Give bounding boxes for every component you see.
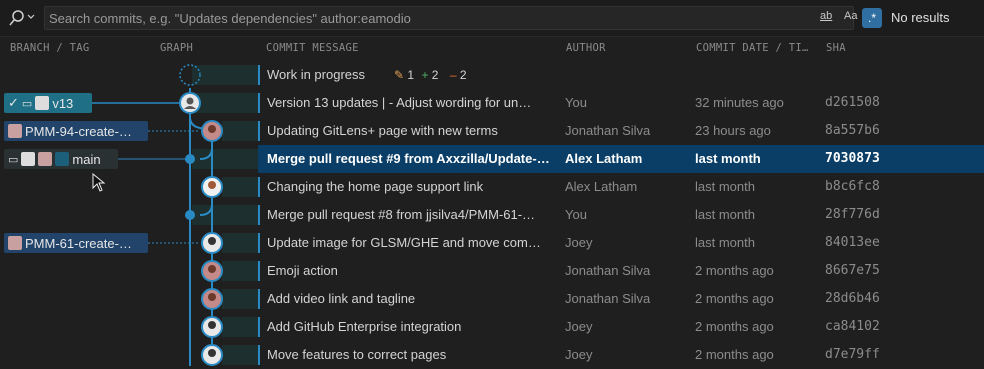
wip-added-count: 2 [431, 68, 439, 82]
commit-author: You [565, 207, 587, 222]
commit-graph [92, 64, 223, 366]
commit-node-avatar[interactable] [201, 232, 223, 254]
commit-sha: b8c6fc8 [825, 179, 880, 194]
chevron-down-icon [27, 14, 35, 19]
merge-node[interactable] [185, 210, 195, 220]
commit-date: 23 hours ago [695, 123, 771, 138]
commit-sha: 8a557b6 [825, 123, 880, 138]
mouse-cursor-icon [92, 173, 106, 192]
commit-author: Jonathan Silva [565, 291, 651, 306]
commit-date: 2 months ago [695, 319, 774, 334]
merge-connector [199, 203, 213, 216]
column-header-graph[interactable]: GRAPH [160, 42, 193, 54]
commit-author: Alex Latham [565, 179, 638, 194]
commit-sha: ca84102 [825, 319, 880, 334]
column-header-sha[interactable]: SHA [826, 42, 846, 54]
search-results-status: No results [891, 10, 950, 25]
commit-node-avatar[interactable] [179, 92, 201, 114]
commit-author: Joey [565, 319, 593, 334]
commit-sha: d261508 [825, 95, 880, 110]
commit-message: Version 13 updates | - Adjust wording fo… [267, 95, 532, 110]
search-bar: Search commits, e.g. "Updates dependenci… [0, 0, 984, 37]
commit-node-avatar[interactable] [201, 120, 223, 142]
column-header-date[interactable]: COMMIT DATE / TI… [696, 42, 814, 54]
commit-message: Add GitHub Enterprise integration [267, 319, 462, 334]
column-headers: BRANCH / TAG GRAPH COMMIT MESSAGE AUTHOR… [0, 36, 984, 60]
commit-date: 2 months ago [695, 347, 774, 362]
commit-message: Move features to correct pages [267, 347, 447, 362]
commit-sha: d7e79ff [825, 347, 880, 362]
match-case-toggle[interactable]: Aa [844, 10, 857, 22]
column-header-branch-tag[interactable]: BRANCH / TAG [10, 42, 89, 54]
commit-sha: 28f776d [825, 207, 880, 222]
commit-node-avatar[interactable] [201, 288, 223, 310]
plus-icon: + [421, 68, 429, 82]
commit-message: Merge pull request #8 from jjsilva4/PMM-… [267, 207, 536, 222]
column-header-author[interactable]: AUTHOR [566, 42, 606, 54]
selected-row-highlight: Merge pull request #9 from Axxzilla/Upda… [258, 145, 984, 173]
commit-author: Jonathan Silva [565, 263, 651, 278]
minus-icon: – [449, 68, 457, 82]
commit-date: 32 minutes ago [695, 95, 784, 110]
wip-stats: ✎ 1 + 2 – 2 [394, 61, 467, 89]
search-icon [9, 10, 35, 26]
search-mode-dropdown[interactable] [8, 8, 44, 28]
regex-toggle[interactable]: .* [862, 8, 882, 28]
commit-date: 2 months ago [695, 263, 774, 278]
commit-author: Alex Latham [565, 151, 643, 166]
commit-date: 2 months ago [695, 291, 774, 306]
commit-date: last month [695, 151, 761, 166]
commit-date: last month [695, 207, 755, 222]
commit-node-avatar[interactable] [201, 176, 223, 198]
commit-message: Update image for GLSM/GHE and move com… [267, 235, 541, 250]
commit-author: Joey [565, 347, 593, 362]
commit-message: Updating GitLens+ page with new terms [267, 123, 498, 138]
commit-sha: 28d6b46 [825, 291, 880, 306]
commit-message: Add video link and tagline [267, 291, 416, 306]
commit-sha: 84013ee [825, 235, 880, 250]
commit-author: Jonathan Silva [565, 123, 651, 138]
merge-connector [199, 147, 213, 160]
commit-node-avatar[interactable] [201, 260, 223, 282]
wip-modified-count: 1 [407, 68, 415, 82]
pencil-icon: ✎ [394, 68, 405, 82]
commit-sha: 8667e75 [825, 263, 880, 278]
commit-node-avatar[interactable] [201, 344, 223, 366]
commit-author: You [565, 95, 587, 110]
match-whole-word-toggle[interactable]: ab [820, 10, 832, 22]
commit-date: last month [695, 235, 755, 250]
commit-node-avatar[interactable] [201, 316, 223, 338]
commit-message: Emoji action [267, 263, 338, 278]
commit-date: last month [695, 179, 755, 194]
wip-node[interactable] [179, 64, 201, 86]
commit-message: Merge pull request #9 from Axxzilla/Upda… [267, 151, 550, 166]
commit-sha: 7030873 [825, 151, 880, 166]
merge-node[interactable] [185, 154, 195, 164]
commit-author: Joey [565, 235, 593, 250]
column-header-message[interactable]: COMMIT MESSAGE [266, 42, 359, 54]
commit-message: Changing the home page support link [267, 179, 484, 194]
wip-deleted-count: 2 [459, 68, 467, 82]
search-input[interactable]: Search commits, e.g. "Updates dependenci… [44, 6, 854, 30]
